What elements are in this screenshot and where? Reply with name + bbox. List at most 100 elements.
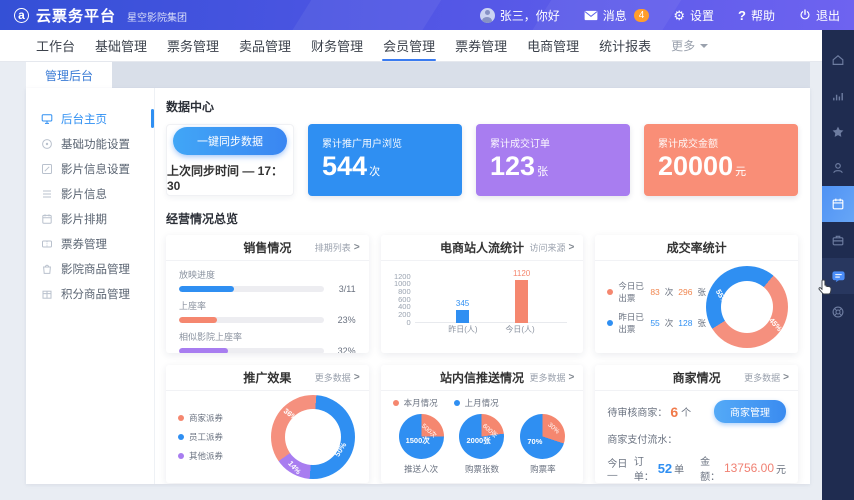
merchant-info: 待审核商家： 6 个 商家管理 商家支付流水： 今日 — 订单： 52 单 金额… (595, 391, 798, 483)
chevron-right-icon: > (354, 372, 360, 383)
stat-unit: 元 (735, 166, 746, 178)
chevron-right-icon: > (783, 372, 789, 383)
bar-column: 1120 (513, 269, 530, 323)
nav-tab-basic-mgmt[interactable]: 基础管理 (85, 30, 157, 61)
legend-text: 员工派券 (189, 431, 223, 443)
rail-item-help-ring[interactable] (822, 294, 854, 330)
section-title-overview: 经营情况总览 (166, 210, 798, 227)
legend-text: 次 (665, 286, 674, 298)
bar-chart: 020040060080010001200345昨日(人)1120今日(人) (381, 261, 584, 353)
sync-card: 一键同步数据 上次同步时间 — 17：30 (166, 124, 294, 196)
sync-data-button[interactable]: 一键同步数据 (173, 127, 287, 155)
card-ecommerce-traffic: 电商站人流统计 访问来源> 020040060080010001200345昨日… (381, 235, 584, 353)
nav-tab-ticketing-mgmt[interactable]: 票务管理 (157, 30, 229, 61)
nav-tab-reports[interactable]: 统计报表 (589, 30, 661, 61)
help-button[interactable]: ? 帮助 (738, 7, 775, 24)
stat-card-0: 累计推广用户浏览544次 (308, 124, 462, 196)
user-menu[interactable]: 张三，你好 (480, 7, 560, 24)
sidebar-item-label: 票券管理 (61, 236, 107, 252)
chevron-right-icon: > (568, 242, 574, 253)
messages-button[interactable]: 消息 4 (584, 7, 650, 24)
nav-tab-workbench[interactable]: 工作台 (26, 30, 85, 61)
rail-item-calendar[interactable] (822, 186, 854, 222)
legend-text: 次 (665, 317, 674, 329)
chevron-right-icon: > (354, 242, 360, 253)
more-data-link[interactable]: 更多数据> (315, 365, 360, 390)
rail-item-member[interactable] (822, 150, 854, 186)
pie-item: 1500次500次推送人次 (399, 414, 444, 475)
sidebar-item-basic-function-settings[interactable]: 基础功能设置 (26, 131, 154, 156)
settings-button[interactable]: ⚙ 设置 (673, 7, 714, 24)
progress-row: 23% (179, 315, 356, 325)
pie-main-label: 70% (527, 437, 542, 446)
stat-value: 123张 (490, 150, 616, 182)
sidebar-item-coupon-management[interactable]: 票券管理 (26, 231, 154, 256)
more-data-link[interactable]: 更多数据> (529, 365, 574, 390)
bar-chart-icon (831, 89, 845, 103)
progress-value: 23% (332, 315, 356, 325)
deal-rate-donut: 55%45% (706, 266, 788, 348)
legend-text: 83 (650, 287, 659, 297)
more-data-link[interactable]: 更多数据> (744, 365, 789, 390)
gear-icon: ⚙ (673, 9, 685, 22)
tab-admin-backend[interactable]: 管理后台 (26, 62, 112, 88)
progress-item: 上座率 23% (179, 299, 356, 325)
payment-flow-label: 商家支付流水： (607, 431, 786, 446)
chevron-right-icon: > (568, 372, 574, 383)
card-header: 站内信推送情况 更多数据> (381, 365, 584, 391)
progress-fill (179, 317, 217, 323)
rail-item-star[interactable] (822, 114, 854, 150)
list-icon (41, 188, 53, 200)
nav-tab-concession-mgmt[interactable]: 卖品管理 (229, 30, 301, 61)
legend-item: 本月情况 (393, 397, 438, 409)
sidebar-item-film-schedule[interactable]: 影片排期 (26, 206, 154, 231)
top-header: a 云票务平台 星空影院集团 张三，你好 消息 4 ⚙ 设置 ? 帮助 (0, 0, 854, 30)
card-header: 电商站人流统计 访问来源> (381, 235, 584, 261)
rail-item-bar-chart[interactable] (822, 78, 854, 114)
rail-item-chat[interactable] (822, 258, 854, 294)
today-amount: 13756.00 (724, 461, 774, 475)
rail-item-briefcase[interactable] (822, 222, 854, 258)
pie-chart: 70%30% (520, 414, 565, 459)
progress-label: 上座率 (179, 299, 356, 312)
avatar (480, 8, 495, 23)
progress-track (179, 286, 324, 292)
logout-button[interactable]: 退出 (799, 7, 840, 24)
y-tick-label: 400 (385, 303, 411, 311)
progress-value: 32% (332, 346, 356, 353)
schedule-list-link[interactable]: 排期列表> (315, 235, 360, 260)
nav-tab-ecommerce-mgmt[interactable]: 电商管理 (517, 30, 589, 61)
y-tick-label: 0 (385, 319, 411, 327)
edit-doc-icon (41, 163, 53, 175)
sidebar-item-dashboard-home[interactable]: 后台主页 (26, 106, 154, 131)
sidebar-item-film-info-settings[interactable]: 影片信息设置 (26, 156, 154, 181)
user-greeting: 张三，你好 (500, 7, 560, 24)
app-logo: a 云票务平台 星空影院集团 (14, 5, 187, 26)
pie-caption: 推送人次 (404, 463, 438, 475)
right-rail (822, 30, 854, 500)
pending-merchants-unit: 个 (681, 404, 691, 419)
sidebar-item-points-goods-management[interactable]: 积分商品管理 (26, 281, 154, 306)
merchant-manage-button[interactable]: 商家管理 (714, 400, 786, 423)
visit-source-link[interactable]: 访问来源> (529, 235, 574, 260)
header-stripe (281, 0, 448, 30)
chevron-down-icon (700, 44, 708, 52)
logout-label: 退出 (816, 7, 840, 24)
nav-tab-member-mgmt[interactable]: 会员管理 (373, 30, 445, 61)
rail-item-home[interactable] (822, 42, 854, 78)
legend-dot (454, 400, 460, 406)
chart-grid: 销售情况 排期列表> 放映进度3/11上座率23%相似影院上座率32% 电商站人… (166, 235, 798, 483)
star-icon (831, 125, 845, 139)
progress-row: 3/11 (179, 284, 356, 294)
nav-tab-more[interactable]: 更多 (661, 30, 718, 61)
sidebar-item-label: 影片排期 (61, 211, 107, 227)
nav-tab-finance-mgmt[interactable]: 财务管理 (301, 30, 373, 61)
progress-item: 放映进度3/11 (179, 268, 356, 294)
sidebar-item-cinema-goods-management[interactable]: 影院商品管理 (26, 256, 154, 281)
sidebar-item-label: 影院商品管理 (61, 261, 130, 277)
sidebar-item-film-info[interactable]: 影片信息 (26, 181, 154, 206)
nav-tab-coupon-mgmt[interactable]: 票券管理 (445, 30, 517, 61)
pending-merchants-label: 待审核商家： (607, 404, 667, 419)
help-ring-icon (831, 305, 845, 319)
ticket-icon (41, 238, 53, 250)
